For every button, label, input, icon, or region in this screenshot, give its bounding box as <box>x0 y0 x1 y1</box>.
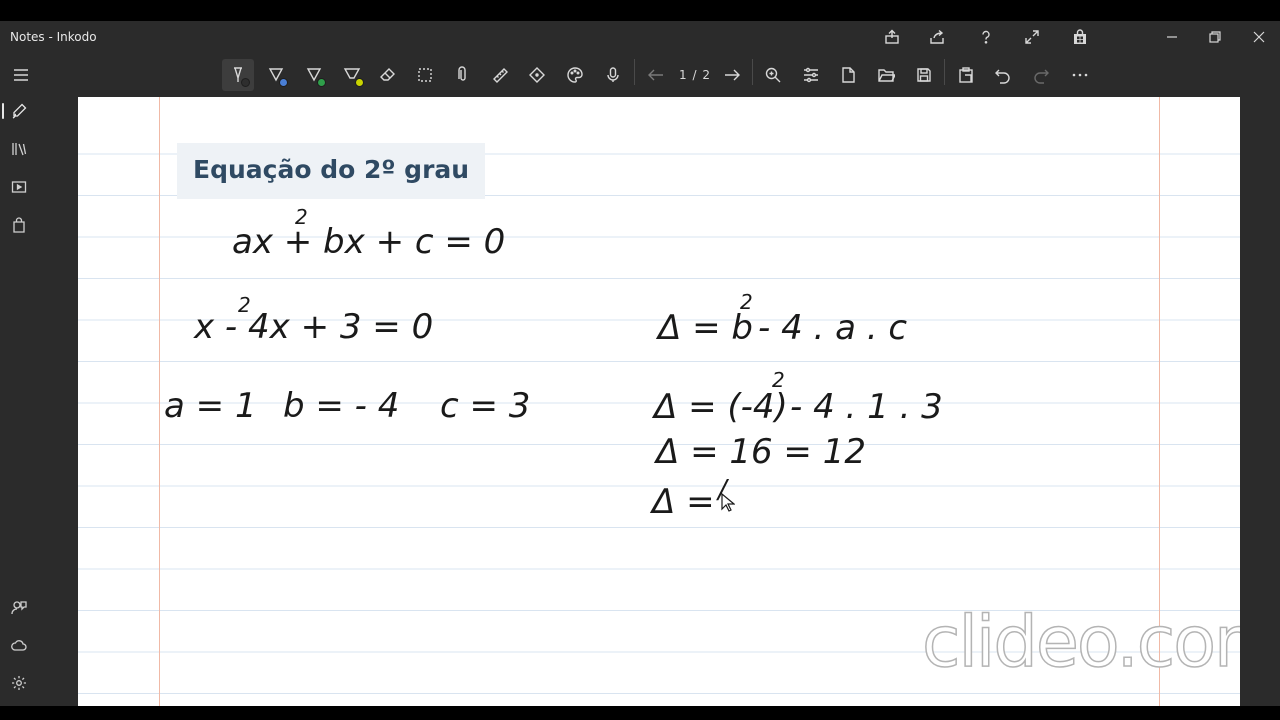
toolbar-separator <box>752 59 753 85</box>
specific-equation: x - 4x + 3 = 0 <box>194 307 434 347</box>
attach-button[interactable] <box>447 59 479 91</box>
note-heading: Equação do 2º grau <box>193 155 470 184</box>
delta-formula-exponent: 2 <box>740 290 753 314</box>
delta-substitution-right: - 4 . 1 . 3 <box>790 387 943 427</box>
toolbar <box>0 53 1280 97</box>
lasso-select-button[interactable] <box>409 59 441 91</box>
app-window: Notes - Inkodo 1 / 2 Equação do 2º grau … <box>0 21 1280 706</box>
delta-formula-left: Δ = b <box>658 308 753 348</box>
highlighter-color-swatch <box>355 78 364 87</box>
delta-result: Δ = <box>652 482 715 522</box>
pen-black-button[interactable] <box>222 59 254 91</box>
zoom-button[interactable] <box>757 59 789 91</box>
specific-equation-exponent: 2 <box>238 293 251 317</box>
fullscreen-icon[interactable] <box>1019 25 1045 49</box>
help-icon[interactable] <box>973 25 999 49</box>
pen-green-button[interactable] <box>298 59 330 91</box>
more-options-button[interactable] <box>1064 59 1096 91</box>
color-palette-button[interactable] <box>559 59 591 91</box>
share-to-icon[interactable] <box>879 25 905 49</box>
save-button[interactable] <box>908 59 940 91</box>
toolbar-separator <box>944 59 945 85</box>
store-icon[interactable] <box>1067 25 1093 49</box>
restore-icon[interactable] <box>1202 25 1228 49</box>
pen-green-color-swatch <box>317 78 326 87</box>
pen-cursor-icon <box>721 493 735 512</box>
delta-substitution-left: Δ = (-4) <box>654 387 788 427</box>
share-icon[interactable] <box>924 25 950 49</box>
eraser-button[interactable] <box>372 59 404 91</box>
page-indicator: 1 / 2 <box>679 68 711 82</box>
pen-black-color-swatch <box>241 78 250 87</box>
page-settings-button[interactable] <box>795 59 827 91</box>
sidebar-item-cloud[interactable] <box>4 631 34 659</box>
redo-button[interactable] <box>1025 59 1057 91</box>
delta-step: Δ = 16 = 12 <box>656 432 866 472</box>
sidebar-item-settings[interactable] <box>4 669 34 697</box>
delta-formula-right: - 4 . a . c <box>758 308 908 348</box>
watermark: clideo.com <box>921 600 1240 684</box>
shape-button[interactable] <box>521 59 553 91</box>
note-page[interactable]: Equação do 2º grau ax + bx + c = 0 2 x -… <box>78 97 1240 706</box>
general-form-exponent: 2 <box>295 205 308 229</box>
menu-button[interactable] <box>5 59 37 91</box>
coefficient-b: b = - 4 <box>283 386 400 426</box>
minimize-icon[interactable] <box>1159 25 1185 49</box>
paste-button[interactable] <box>950 59 982 91</box>
undo-button[interactable] <box>987 59 1019 91</box>
coefficient-c: c = 3 <box>440 386 531 426</box>
pen-blue-color-swatch <box>279 78 288 87</box>
sidebar-item-store[interactable] <box>4 211 34 239</box>
pen-blue-button[interactable] <box>260 59 292 91</box>
window-title: Notes - Inkodo <box>10 30 97 44</box>
toolbar-separator <box>634 59 635 85</box>
sidebar <box>0 97 38 706</box>
previous-page-button[interactable] <box>640 59 672 91</box>
coefficient-a: a = 1 <box>164 386 257 426</box>
sidebar-item-notes[interactable] <box>4 97 34 125</box>
microphone-button[interactable] <box>597 59 629 91</box>
highlighter-button[interactable] <box>336 59 368 91</box>
sidebar-item-feedback[interactable] <box>4 593 34 621</box>
ruler-button[interactable] <box>484 59 516 91</box>
next-page-button[interactable] <box>716 59 748 91</box>
open-folder-button[interactable] <box>870 59 902 91</box>
sidebar-item-media[interactable] <box>4 173 34 201</box>
heading-box: Equação do 2º grau <box>177 143 485 199</box>
general-form-equation: ax + bx + c = 0 <box>232 222 506 262</box>
sidebar-item-library[interactable] <box>4 135 34 163</box>
letterbox-top <box>0 0 1280 21</box>
title-bar: Notes - Inkodo <box>0 21 1280 53</box>
letterbox-bottom <box>0 706 1280 720</box>
close-icon[interactable] <box>1246 25 1272 49</box>
page-margin-left <box>159 97 160 706</box>
new-note-button[interactable] <box>832 59 864 91</box>
delta-substitution-exponent: 2 <box>772 368 785 392</box>
